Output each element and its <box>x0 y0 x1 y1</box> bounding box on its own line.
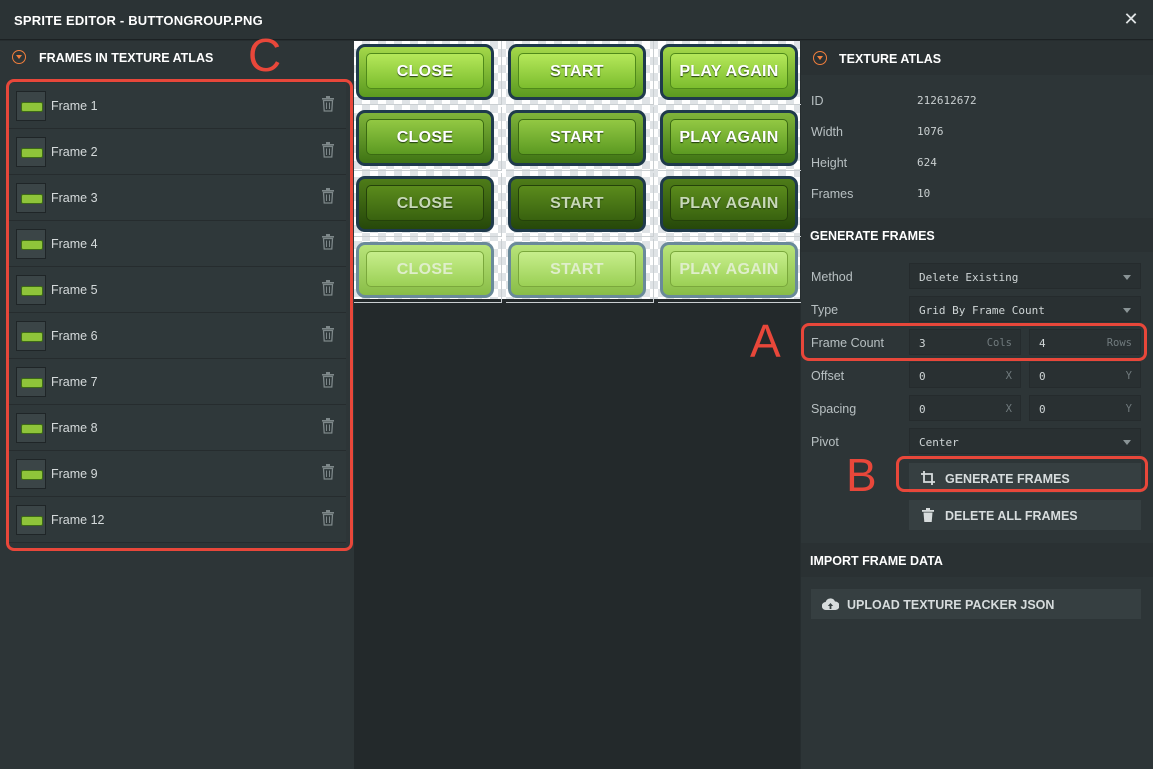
sprite-button-text: START <box>550 129 604 146</box>
frames-value: 10 <box>917 187 931 200</box>
sprite-button-image: START <box>508 44 646 100</box>
pivot-label: Pivot <box>811 435 839 449</box>
title-bar: SPRITE EDITOR - BUTTONGROUP.PNG ✕ <box>0 0 1153 40</box>
sprite-button-image: START <box>508 176 646 232</box>
atlas-frame-cell[interactable]: PLAY AGAIN <box>658 41 806 105</box>
atlas-frame-cell[interactable]: CLOSE <box>354 41 502 105</box>
annotation-letter-a: A <box>750 315 781 367</box>
sprite-button-text: CLOSE <box>396 63 454 80</box>
chevron-down-icon <box>1123 308 1131 313</box>
sprite-button-image: START <box>508 110 646 166</box>
atlas-frame-cell[interactable]: CLOSE <box>354 107 502 171</box>
texture-atlas-title: TEXTURE ATLAS <box>839 52 942 66</box>
upload-texture-packer-json-button[interactable]: UPLOAD TEXTURE PACKER JSON <box>811 589 1141 619</box>
sprite-button-text: CLOSE <box>396 261 454 278</box>
collapse-icon[interactable] <box>12 50 26 64</box>
sprite-button-image: CLOSE <box>356 176 494 232</box>
trash-icon <box>922 508 934 522</box>
offset-y-value: 0 <box>1039 370 1046 383</box>
sprite-button-text: PLAY AGAIN <box>679 195 779 212</box>
spacing-x-input[interactable]: 0 X <box>909 395 1021 421</box>
sprite-button-text: PLAY AGAIN <box>679 261 779 278</box>
delete-all-frames-label: DELETE ALL FRAMES <box>945 509 1078 523</box>
chevron-down-icon <box>1123 275 1131 280</box>
sprite-button-image: PLAY AGAIN <box>660 176 798 232</box>
x-suffix: X <box>1005 403 1012 415</box>
width-label: Width <box>811 125 843 139</box>
generate-frames-header: GENERATE FRAMES <box>801 218 1153 252</box>
sprite-button-text: START <box>550 261 604 278</box>
atlas-frame-cell[interactable]: START <box>506 173 654 237</box>
sprite-button-text: CLOSE <box>396 195 454 212</box>
sprite-editor-window: SPRITE EDITOR - BUTTONGROUP.PNG ✕ FRAMES… <box>0 0 1153 769</box>
annotation-box-b <box>896 456 1148 492</box>
upload-texture-packer-json-label: UPLOAD TEXTURE PACKER JSON <box>847 598 1055 612</box>
offset-y-input[interactable]: 0 Y <box>1029 362 1141 388</box>
spacing-label: Spacing <box>811 402 857 416</box>
close-icon[interactable]: ✕ <box>1121 9 1141 29</box>
properties-panel: TEXTURE ATLAS ID 212612672 Width 1076 He… <box>801 41 1153 769</box>
height-value: 624 <box>917 156 937 169</box>
chevron-down-icon <box>1123 440 1131 445</box>
delete-all-frames-button[interactable]: DELETE ALL FRAMES <box>909 500 1141 530</box>
sprite-button-image: START <box>508 242 646 298</box>
atlas-canvas[interactable]: CLOSE START PLAY AGAIN CLOSE START PLAY AGAIN… <box>354 41 806 769</box>
frames-panel-title: FRAMES IN TEXTURE ATLAS <box>39 51 214 65</box>
atlas-frame-cell[interactable]: PLAY AGAIN <box>658 107 806 171</box>
annotation-letter-c: C <box>248 29 282 81</box>
pivot-value: Center <box>919 436 959 449</box>
sprite-button-image: CLOSE <box>356 110 494 166</box>
frames-panel-header[interactable]: FRAMES IN TEXTURE ATLAS <box>0 41 354 73</box>
type-label: Type <box>811 303 839 317</box>
sprite-button-text: PLAY AGAIN <box>679 63 779 80</box>
sprite-button-image: PLAY AGAIN <box>660 44 798 100</box>
type-value: Grid By Frame Count <box>919 304 1045 317</box>
generate-frames-title: GENERATE FRAMES <box>810 229 935 243</box>
atlas-frame-cell[interactable]: CLOSE <box>354 239 502 303</box>
frames-label: Frames <box>811 187 854 201</box>
texture-atlas-header[interactable]: TEXTURE ATLAS <box>801 41 1153 75</box>
y-suffix: Y <box>1125 403 1132 415</box>
atlas-frame-cell[interactable]: START <box>506 239 654 303</box>
atlas-frame-cell[interactable]: PLAY AGAIN <box>658 239 806 303</box>
x-suffix: X <box>1005 370 1012 382</box>
sprite-button-image: PLAY AGAIN <box>660 110 798 166</box>
sprite-button-image: CLOSE <box>356 44 494 100</box>
spacing-y-input[interactable]: 0 Y <box>1029 395 1141 421</box>
sprite-button-text: START <box>550 195 604 212</box>
import-frame-data-header: IMPORT FRAME DATA <box>801 543 1153 577</box>
id-value: 212612672 <box>917 94 977 107</box>
annotation-letter-b: B <box>846 449 877 501</box>
id-label: ID <box>811 94 824 108</box>
pivot-select[interactable]: Center <box>909 428 1141 454</box>
spacing-y-value: 0 <box>1039 403 1046 416</box>
offset-x-input[interactable]: 0 X <box>909 362 1021 388</box>
height-label: Height <box>811 156 848 170</box>
cloud-upload-icon <box>822 598 839 611</box>
spacing-x-value: 0 <box>919 403 926 416</box>
sprite-button-image: CLOSE <box>356 242 494 298</box>
import-frame-data-title: IMPORT FRAME DATA <box>810 554 943 568</box>
atlas-frame-cell[interactable]: START <box>506 41 654 105</box>
sprite-button-text: CLOSE <box>396 129 454 146</box>
collapse-icon[interactable] <box>813 51 827 65</box>
atlas-frame-cell[interactable]: START <box>506 107 654 171</box>
method-value: Delete Existing <box>919 271 1019 284</box>
sprite-button-text: PLAY AGAIN <box>679 129 779 146</box>
width-value: 1076 <box>917 125 944 138</box>
sprite-button-image: PLAY AGAIN <box>660 242 798 298</box>
type-select[interactable]: Grid By Frame Count <box>909 296 1141 322</box>
atlas-frame-cell[interactable]: PLAY AGAIN <box>658 173 806 237</box>
texture-atlas-image[interactable]: CLOSE START PLAY AGAIN CLOSE START PLAY AGAIN… <box>354 41 806 303</box>
atlas-frame-cell[interactable]: CLOSE <box>354 173 502 237</box>
method-select[interactable]: Delete Existing <box>909 263 1141 289</box>
offset-label: Offset <box>811 369 845 383</box>
annotation-box-c <box>6 79 353 551</box>
offset-x-value: 0 <box>919 370 926 383</box>
y-suffix: Y <box>1125 370 1132 382</box>
annotation-box-a <box>801 323 1147 361</box>
window-title: SPRITE EDITOR - BUTTONGROUP.PNG <box>14 13 263 28</box>
method-label: Method <box>811 270 853 284</box>
sprite-button-text: START <box>550 63 604 80</box>
